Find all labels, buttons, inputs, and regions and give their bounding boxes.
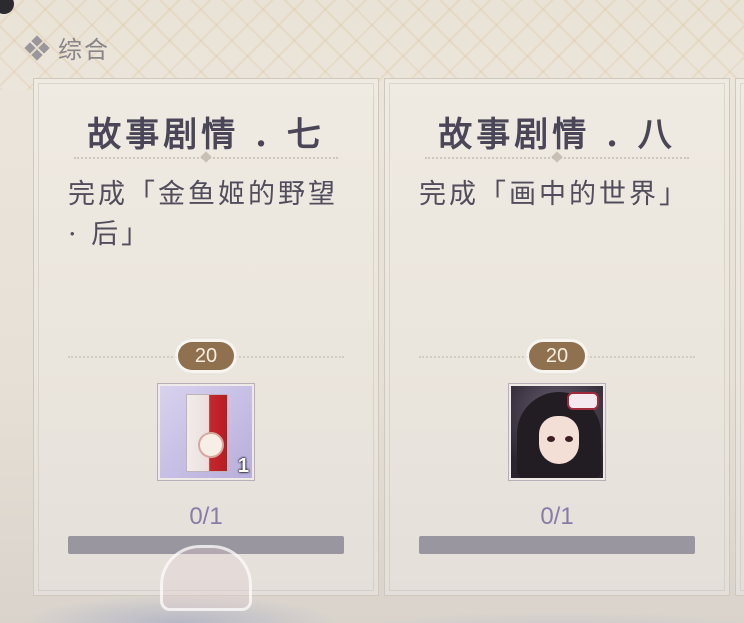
diamond-cluster-icon — [24, 34, 50, 61]
progress-text: 0/1 — [540, 503, 574, 530]
reward-item[interactable]: 1 — [158, 384, 254, 480]
section-title: 综合 — [58, 36, 110, 64]
points-row: 20 — [419, 342, 695, 372]
points-badge: 20 — [178, 342, 234, 370]
progress-text: 0/1 — [189, 503, 223, 530]
quest-card-partial[interactable] — [735, 78, 744, 596]
card-description: 完成「画中的世界」 — [419, 179, 689, 210]
title-divider — [74, 151, 338, 163]
points-badge: 20 — [529, 342, 585, 370]
reward-item[interactable] — [509, 384, 605, 480]
card-title: 故事剧情 . 八 — [438, 115, 676, 155]
cloud-decoration — [160, 545, 252, 611]
card-title: 故事剧情 . 七 — [87, 115, 325, 155]
points-row: 20 — [68, 342, 344, 372]
quest-card-2[interactable]: 故事剧情 . 八 完成「画中的世界」 20 0/1 — [384, 78, 730, 596]
card-description: 完成「金鱼姬的野望 · 后」 — [68, 179, 338, 250]
quest-card-1[interactable]: 故事剧情 . 七 完成「金鱼姬的野望 · 后」 20 1 0/1 — [33, 78, 379, 596]
header-pattern — [0, 0, 744, 90]
reward-count: 1 — [237, 455, 249, 477]
title-divider — [425, 151, 689, 163]
section-header: 综合 — [24, 30, 110, 65]
progress-bar — [419, 536, 695, 554]
